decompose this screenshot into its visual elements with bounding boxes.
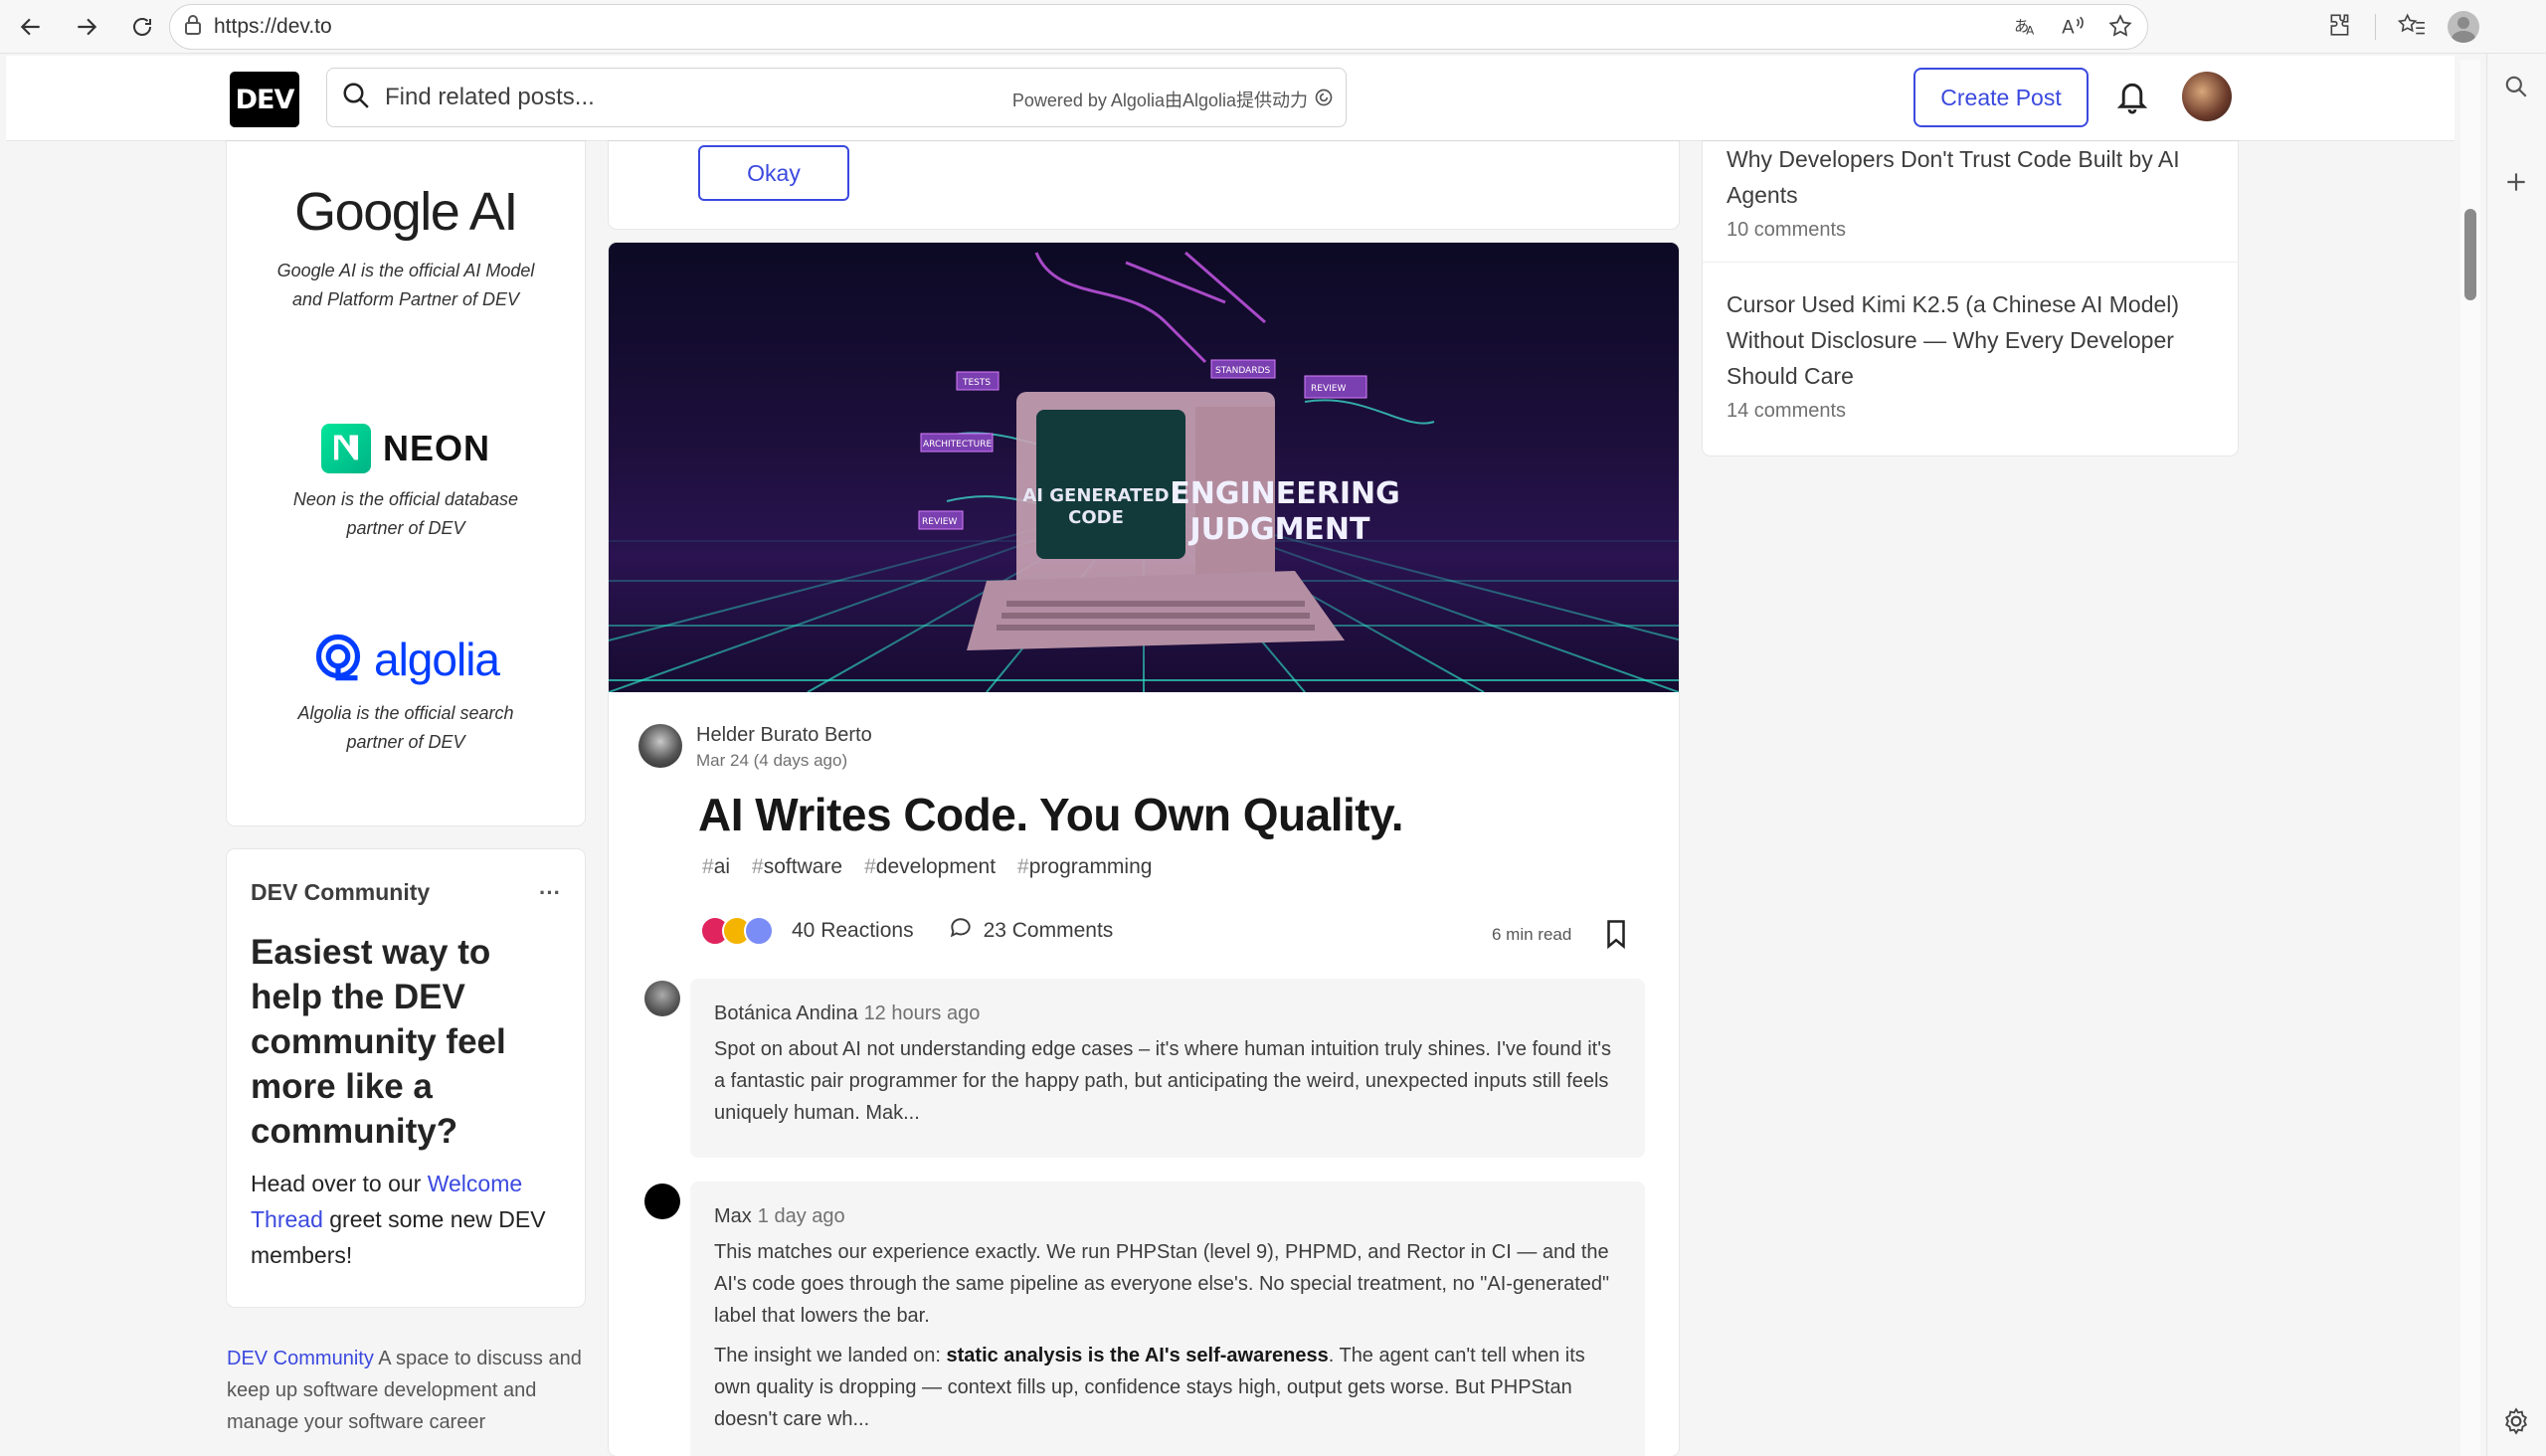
- bookmark-icon[interactable]: [1603, 919, 1629, 954]
- post-author[interactable]: Helder Burato Berto Mar 24 (4 days ago): [638, 724, 872, 771]
- okay-button[interactable]: Okay: [698, 145, 849, 201]
- add-icon[interactable]: [2503, 169, 2529, 200]
- search-input[interactable]: Find related posts... Powered by Algolia…: [326, 68, 1347, 127]
- welcome-text: Head over to our Welcome Thread greet so…: [251, 1171, 546, 1268]
- sponsor-desc: Algolia is the official search partner o…: [297, 703, 514, 752]
- post-card[interactable]: AI GENERATED CODE ENGINEERING JUDGMENT T…: [609, 243, 1679, 1456]
- google-ai-logo: Google AI: [294, 182, 518, 242]
- notifications-bell-icon[interactable]: [2114, 78, 2150, 120]
- dev-header: DEV Find related posts... Powered by Alg…: [6, 56, 2455, 141]
- dev-community-link[interactable]: DEV Community: [227, 1348, 374, 1369]
- sponsor-desc: Google AI is the official AI Model and P…: [276, 261, 535, 309]
- comment-preview[interactable]: Max 1 day ago This matches our experience…: [690, 1182, 1645, 1456]
- algolia-powered-by[interactable]: Powered by Algolia由Algolia提供动力: [1012, 87, 1334, 112]
- welcome-card: DEV Community ··· Easiest way to help th…: [227, 849, 585, 1307]
- comments-count[interactable]: 23 Comments: [984, 919, 1114, 943]
- sponsor-desc: Neon is the official database partner of…: [292, 489, 519, 538]
- svg-text:A: A: [2026, 24, 2035, 38]
- discussion-title[interactable]: Cursor Used Kimi K2.5 (a Chinese AI Mode…: [1727, 286, 2214, 394]
- neon-logo-icon: [320, 424, 371, 473]
- read-time: 6 min read: [1492, 925, 1572, 944]
- discussion-comments: 10 comments: [1727, 219, 1847, 241]
- lock-icon: [184, 14, 202, 40]
- search-placeholder: Find related posts...: [385, 84, 595, 110]
- dev-logo[interactable]: DEV: [230, 72, 299, 127]
- search-icon[interactable]: [2503, 74, 2529, 104]
- cover-tag: ARCHITECTURE: [923, 440, 992, 450]
- address-bar[interactable]: https://dev.to あA A: [169, 4, 2148, 50]
- favorite-star-icon[interactable]: [2107, 13, 2133, 44]
- comment-time: 1 day ago: [757, 1205, 845, 1227]
- comment-preview[interactable]: Botánica Andina 12 hours ago Spot on abou…: [690, 979, 1645, 1158]
- cover-tag: STANDARDS: [1215, 366, 1271, 376]
- author-avatar[interactable]: [638, 724, 682, 768]
- sponsor-google-ai[interactable]: Google AI Google AI is the official AI M…: [227, 181, 585, 314]
- post-date: Mar 24 (4 days ago): [696, 751, 848, 770]
- neon-logo: NEON: [382, 428, 490, 468]
- algolia-logo-icon: [312, 631, 364, 687]
- post-title[interactable]: AI Writes Code. You Own Quality.: [698, 788, 1404, 841]
- discussion-item[interactable]: Why Developers Don't Trust Code Built by…: [1703, 141, 2238, 263]
- back-icon[interactable]: [8, 4, 54, 50]
- community-label[interactable]: DEV Community: [251, 879, 430, 906]
- comment-time: 12 hours ago: [863, 1002, 981, 1024]
- comment-author[interactable]: Max: [714, 1205, 752, 1227]
- author-name[interactable]: Helder Burato Berto: [696, 724, 872, 747]
- tag-link[interactable]: #software: [752, 855, 842, 879]
- reload-icon[interactable]: [119, 4, 165, 50]
- extensions-icon[interactable]: [2327, 12, 2353, 43]
- create-post-button[interactable]: Create Post: [1913, 68, 2089, 127]
- commenter-avatar[interactable]: [644, 981, 680, 1016]
- cover-screen-text-1: AI GENERATED: [1022, 485, 1169, 506]
- welcome-heading[interactable]: Easiest way to help the DEV community fe…: [251, 930, 561, 1154]
- cover-tag: REVIEW: [1311, 384, 1346, 394]
- settings-gear-icon[interactable]: [2501, 1406, 2531, 1441]
- post-tags: #ai #software #development #programming: [702, 855, 1152, 879]
- discussion-title[interactable]: Why Developers Don't Trust Code Built by…: [1727, 141, 2214, 213]
- comment-author[interactable]: Botánica Andina: [714, 1002, 858, 1024]
- forward-icon[interactable]: [64, 4, 109, 50]
- cover-tag: TESTS: [962, 378, 991, 388]
- cover-title-line-2: JUDGMENT: [1188, 512, 1371, 547]
- cover-illustration: AI GENERATED CODE ENGINEERING JUDGMENT T…: [609, 251, 1679, 692]
- discussions-card: Why Developers Don't Trust Code Built by…: [1703, 141, 2238, 455]
- party-icon: [744, 916, 774, 946]
- cover-tag: REVIEW: [922, 517, 957, 527]
- translate-icon[interactable]: あA: [2012, 13, 2038, 44]
- post-cover-image[interactable]: AI GENERATED CODE ENGINEERING JUDGMENT T…: [609, 243, 1679, 692]
- svg-text:A: A: [2062, 18, 2075, 39]
- browser-toolbar: https://dev.to あA A: [0, 0, 2546, 54]
- sponsor-neon[interactable]: NEON Neon is the official database partn…: [227, 424, 585, 543]
- algolia-logo: algolia: [374, 633, 500, 685]
- reactions-button[interactable]: [700, 916, 774, 946]
- sponsors-card: Google AI Google AI is the official AI M…: [227, 141, 585, 825]
- browser-side-panel: [2486, 54, 2546, 1456]
- tag-link[interactable]: #development: [864, 855, 996, 879]
- reactions-count[interactable]: 40 Reactions: [792, 919, 914, 943]
- comment-text-2: The insight we landed on: static analysi…: [714, 1345, 1585, 1430]
- more-options-icon[interactable]: ···: [539, 880, 561, 906]
- comment-text: Spot on about AI not understanding edge …: [714, 1038, 1612, 1124]
- favorites-icon[interactable]: [2397, 12, 2426, 43]
- post-engagement: 40 Reactions 23 Comments: [700, 915, 1113, 947]
- algolia-icon: [1314, 88, 1334, 112]
- cover-screen-text-2: CODE: [1068, 507, 1124, 528]
- read-aloud-icon[interactable]: A: [2060, 13, 2086, 44]
- discussion-comments: 14 comments: [1727, 400, 1847, 422]
- footer-description: DEV Community A space to discuss and kee…: [227, 1348, 582, 1433]
- comment-text: This matches our experience exactly. We …: [714, 1241, 1610, 1327]
- sponsor-algolia[interactable]: algolia Algolia is the official search p…: [227, 631, 585, 757]
- tag-link[interactable]: #programming: [1017, 855, 1152, 879]
- user-avatar[interactable]: [2182, 72, 2232, 121]
- tag-link[interactable]: #ai: [702, 855, 730, 879]
- url-text[interactable]: https://dev.to: [214, 15, 332, 39]
- cover-title-line-1: ENGINEERING: [1170, 476, 1399, 511]
- commenter-avatar[interactable]: [644, 1183, 680, 1219]
- discussion-item[interactable]: Cursor Used Kimi K2.5 (a Chinese AI Mode…: [1703, 263, 2238, 423]
- search-icon: [341, 81, 371, 115]
- comment-icon[interactable]: [948, 915, 974, 947]
- scrollbar-thumb[interactable]: [2464, 209, 2476, 300]
- profile-icon[interactable]: [2448, 11, 2479, 43]
